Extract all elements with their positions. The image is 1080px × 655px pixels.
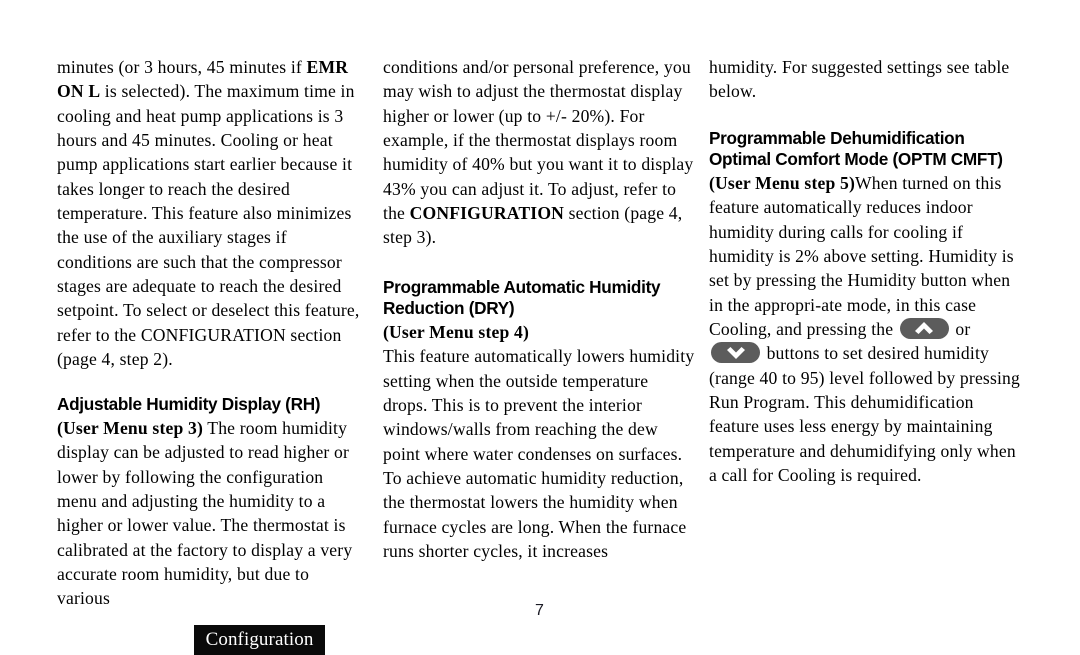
heading-programmable-dehumidification-optimal-comfort-mode: Programmable Dehumidification Optimal Co… [709, 127, 1003, 170]
text-column-2: conditions and/or personal preference, y… [383, 55, 695, 563]
humidity-display-adjust-paragraph: conditions and/or personal preference, y… [383, 57, 694, 248]
adjustable-humidity-display-paragraph: (User Menu step 3) The room humidity dis… [57, 418, 353, 609]
optimal-comfort-mode-paragraph: (User Menu step 5)When turned on this fe… [709, 172, 1020, 485]
bold-run: CONFIGURATION [409, 203, 565, 224]
page-number: 7 [0, 602, 1080, 620]
manual-page: minutes (or 3 hours, 45 minutes if EMR O… [0, 0, 1080, 655]
page-number-value: 7 [535, 602, 544, 619]
humidity-down-button[interactable] [711, 342, 760, 364]
humidity-table-reference-paragraph: humidity. For suggested settings see tab… [709, 57, 1010, 102]
heading-programmable-automatic-humidity-reduction: Programmable Automatic Humidity Reductio… [383, 276, 661, 319]
bold-run: (User Menu step 3) [57, 418, 204, 439]
chevron-down-icon [726, 346, 745, 359]
chevron-up-icon [915, 322, 934, 335]
dry-mode-paragraph: (User Menu step 4) This feature automatic… [383, 321, 695, 562]
emr-continuation-paragraph: minutes (or 3 hours, 45 minutes if EMR O… [57, 57, 360, 370]
bold-run: EMR ON L [57, 57, 349, 102]
bold-run: (User Menu step 5) [709, 172, 856, 193]
section-tab-configuration: Configuration [194, 625, 325, 655]
bold-run: (User Menu step 4) [383, 321, 530, 342]
humidity-up-button[interactable] [899, 317, 949, 339]
text-column-1: minutes (or 3 hours, 45 minutes if EMR O… [57, 55, 362, 611]
heading-adjustable-humidity-display: Adjustable Humidity Display (RH) [57, 394, 321, 415]
text-column-3: humidity. For suggested settings see tab… [709, 55, 1027, 487]
